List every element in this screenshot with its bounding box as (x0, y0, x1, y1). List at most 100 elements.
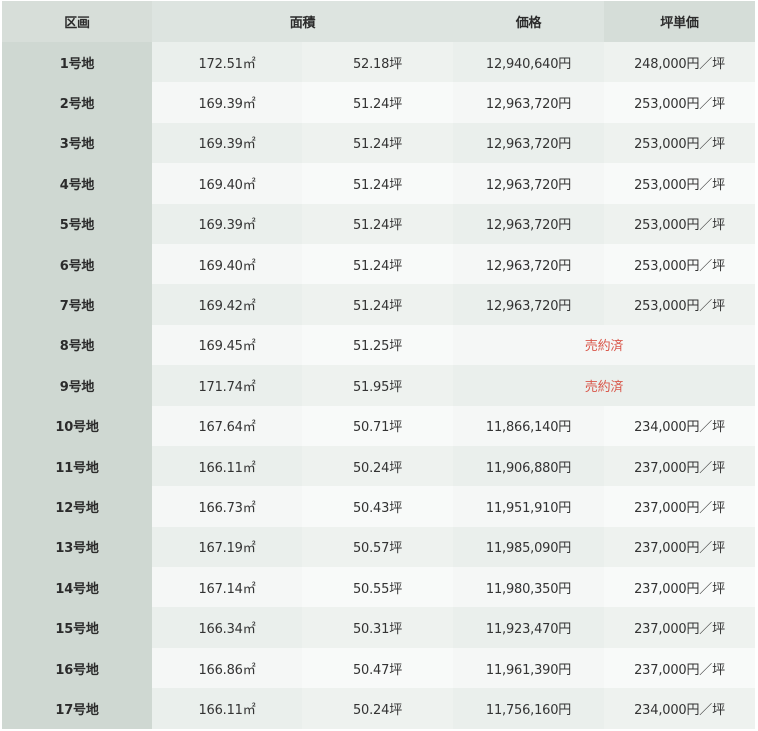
area-tsubo-cell: 51.24坪 (302, 163, 453, 204)
price-cell: 12,963,720円 (453, 122, 604, 164)
unit-price-cell: 237,000円／坪 (604, 526, 755, 568)
area-tsubo-cell: 51.95坪 (302, 365, 453, 406)
table-row: 16号地 166.86㎡ 50.47坪 11,961,390円 237,000円／坪 (2, 647, 755, 689)
table-row: 1号地 172.51㎡ 52.18坪 12,940,640円 248,000円／坪 (2, 42, 755, 83)
section-cell: 9号地 (2, 365, 152, 406)
price-cell: 11,866,140円 (453, 405, 604, 446)
price-cell: 11,906,880円 (453, 445, 604, 487)
header-unit-price: 坪単価 (604, 1, 755, 42)
unit-price-cell: 253,000円／坪 (604, 284, 755, 325)
unit-price-cell: 253,000円／坪 (604, 122, 755, 164)
unit-price-cell: 237,000円／坪 (604, 486, 755, 527)
unit-price-cell: 253,000円／坪 (604, 163, 755, 204)
sold-status: 売約済 (453, 365, 755, 406)
table-row: 17号地 166.11㎡ 50.24坪 11,756,160円 234,000円／坪 (2, 688, 755, 729)
area-m2-cell: 166.11㎡ (152, 688, 302, 729)
section-cell: 2号地 (2, 82, 152, 123)
area-m2-cell: 169.40㎡ (152, 243, 302, 285)
area-tsubo-cell: 51.24坪 (302, 203, 453, 244)
unit-price-cell: 234,000円／坪 (604, 688, 755, 729)
unit-price-cell: 253,000円／坪 (604, 203, 755, 244)
area-tsubo-cell: 51.24坪 (302, 284, 453, 325)
section-cell: 12号地 (2, 486, 152, 527)
table-row: 11号地 166.11㎡ 50.24坪 11,906,880円 237,000円／坪 (2, 445, 755, 487)
header-area: 面積 (152, 1, 453, 42)
unit-price-cell: 237,000円／坪 (604, 647, 755, 689)
area-m2-cell: 169.42㎡ (152, 284, 302, 325)
unit-price-cell: 237,000円／坪 (604, 567, 755, 608)
unit-price-cell: 237,000円／坪 (604, 445, 755, 487)
area-tsubo-cell: 50.71坪 (302, 405, 453, 446)
table-row: 13号地 167.19㎡ 50.57坪 11,985,090円 237,000円／坪 (2, 526, 755, 568)
price-cell: 11,980,350円 (453, 567, 604, 608)
table-row: 2号地 169.39㎡ 51.24坪 12,963,720円 253,000円／坪 (2, 82, 755, 123)
area-tsubo-cell: 50.47坪 (302, 647, 453, 689)
lot-table: 区画 面積 価格 坪単価 1号地 172.51㎡ 52.18坪 12,940,640円… (2, 1, 755, 729)
section-cell: 14号地 (2, 567, 152, 608)
table-row: 6号地 169.40㎡ 51.24坪 12,963,720円 253,000円／坪 (2, 243, 755, 285)
table-row: 12号地 166.73㎡ 50.43坪 11,951,910円 237,000円／坪 (2, 486, 755, 527)
area-tsubo-cell: 51.24坪 (302, 122, 453, 164)
price-cell: 11,961,390円 (453, 647, 604, 689)
area-m2-cell: 172.51㎡ (152, 42, 302, 83)
unit-price-cell: 253,000円／坪 (604, 82, 755, 123)
unit-price-cell: 234,000円／坪 (604, 405, 755, 446)
section-cell: 5号地 (2, 203, 152, 244)
unit-price-cell: 253,000円／坪 (604, 243, 755, 285)
area-m2-cell: 169.39㎡ (152, 122, 302, 164)
table-row: 9号地 171.74㎡ 51.95坪 売約済 (2, 365, 755, 406)
table-body: 1号地 172.51㎡ 52.18坪 12,940,640円 248,000円／坪 2号地… (2, 42, 755, 729)
area-m2-cell: 169.39㎡ (152, 82, 302, 123)
area-tsubo-cell: 50.31坪 (302, 607, 453, 648)
unit-price-cell: 237,000円／坪 (604, 607, 755, 648)
area-m2-cell: 166.34㎡ (152, 607, 302, 648)
area-tsubo-cell: 52.18坪 (302, 42, 453, 83)
area-m2-cell: 166.11㎡ (152, 445, 302, 487)
unit-price-cell: 248,000円／坪 (604, 42, 755, 83)
header-price: 価格 (453, 1, 604, 42)
section-cell: 11号地 (2, 445, 152, 487)
table-row: 3号地 169.39㎡ 51.24坪 12,963,720円 253,000円／坪 (2, 122, 755, 164)
area-tsubo-cell: 51.24坪 (302, 243, 453, 285)
section-cell: 16号地 (2, 647, 152, 689)
section-cell: 3号地 (2, 122, 152, 164)
price-cell: 12,963,720円 (453, 82, 604, 123)
section-cell: 17号地 (2, 688, 152, 729)
section-cell: 1号地 (2, 42, 152, 83)
area-m2-cell: 167.14㎡ (152, 567, 302, 608)
area-m2-cell: 166.86㎡ (152, 647, 302, 689)
area-m2-cell: 166.73㎡ (152, 486, 302, 527)
table-row: 7号地 169.42㎡ 51.24坪 12,963,720円 253,000円／坪 (2, 284, 755, 325)
section-cell: 15号地 (2, 607, 152, 648)
area-m2-cell: 167.19㎡ (152, 526, 302, 568)
area-tsubo-cell: 50.57坪 (302, 526, 453, 568)
section-cell: 13号地 (2, 526, 152, 568)
area-tsubo-cell: 50.24坪 (302, 688, 453, 729)
table-row: 15号地 166.34㎡ 50.31坪 11,923,470円 237,000円／坪 (2, 607, 755, 648)
table-row: 4号地 169.40㎡ 51.24坪 12,963,720円 253,000円／坪 (2, 163, 755, 204)
sold-status: 売約済 (453, 324, 755, 366)
table-row: 14号地 167.14㎡ 50.55坪 11,980,350円 237,000円／坪 (2, 567, 755, 608)
section-cell: 7号地 (2, 284, 152, 325)
header-section: 区画 (2, 1, 152, 42)
price-cell: 12,963,720円 (453, 284, 604, 325)
price-cell: 11,756,160円 (453, 688, 604, 729)
area-m2-cell: 167.64㎡ (152, 405, 302, 446)
area-m2-cell: 171.74㎡ (152, 365, 302, 406)
area-tsubo-cell: 51.24坪 (302, 82, 453, 123)
price-cell: 12,963,720円 (453, 243, 604, 285)
table-header: 区画 面積 価格 坪単価 (2, 1, 755, 42)
price-cell: 11,951,910円 (453, 486, 604, 527)
area-m2-cell: 169.45㎡ (152, 324, 302, 366)
area-tsubo-cell: 50.43坪 (302, 486, 453, 527)
table-row: 10号地 167.64㎡ 50.71坪 11,866,140円 234,000円／坪 (2, 405, 755, 446)
section-cell: 10号地 (2, 405, 152, 446)
section-cell: 4号地 (2, 163, 152, 204)
price-cell: 12,963,720円 (453, 163, 604, 204)
price-cell: 12,963,720円 (453, 203, 604, 244)
section-cell: 6号地 (2, 243, 152, 285)
area-tsubo-cell: 50.24坪 (302, 445, 453, 487)
table-row: 5号地 169.39㎡ 51.24坪 12,963,720円 253,000円／坪 (2, 203, 755, 244)
price-cell: 11,923,470円 (453, 607, 604, 648)
area-m2-cell: 169.40㎡ (152, 163, 302, 204)
